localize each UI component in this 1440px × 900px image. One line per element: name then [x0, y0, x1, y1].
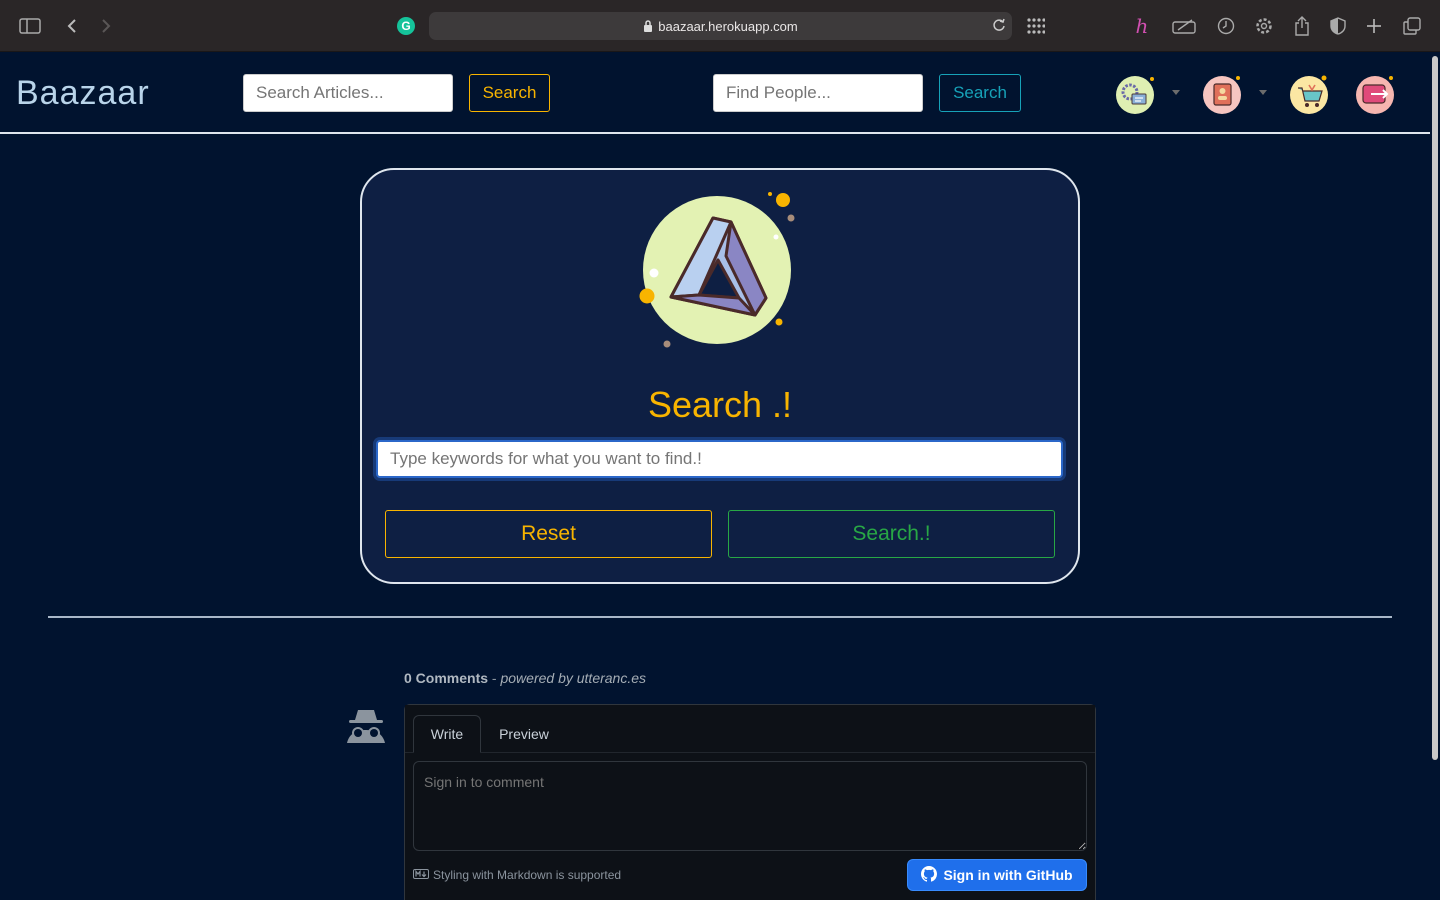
share-icon[interactable] — [1290, 14, 1314, 38]
site-navbar: Baazaar Search Search — [0, 52, 1430, 134]
comment-tabs: Write Preview — [405, 705, 1095, 753]
shield-icon[interactable] — [1326, 14, 1350, 38]
section-divider — [48, 616, 1392, 618]
search-articles-input[interactable] — [243, 74, 453, 112]
markdown-icon — [413, 868, 429, 882]
comments-header: 0 Comments - powered by utteranc.es — [404, 670, 646, 686]
search-articles-button[interactable]: Search — [469, 74, 550, 112]
address-book-avatar[interactable] — [1203, 74, 1241, 114]
markdown-note[interactable]: Styling with Markdown is supported — [413, 868, 621, 882]
search-submit-button[interactable]: Search.! — [728, 510, 1055, 558]
lock-icon — [643, 20, 653, 32]
tabs-overview-icon[interactable] — [1400, 14, 1424, 38]
impossible-triangle-icon — [636, 190, 800, 355]
settings-menu-avatar[interactable] — [1116, 74, 1154, 114]
new-tab-icon[interactable] — [1362, 14, 1386, 38]
url-text: baazaar.herokuapp.com — [658, 18, 798, 34]
cart-avatar[interactable] — [1290, 74, 1328, 114]
comment-count: 0 Comments — [404, 670, 489, 686]
settings-icon[interactable] — [1252, 14, 1276, 38]
account-dropdown-caret-icon[interactable] — [1259, 90, 1267, 95]
logout-avatar[interactable] — [1356, 74, 1394, 114]
grid-icon[interactable] — [1024, 14, 1048, 38]
keyboard-icon[interactable] — [1172, 14, 1196, 38]
tab-write[interactable]: Write — [413, 715, 481, 753]
address-bar[interactable]: baazaar.herokuapp.com — [429, 12, 1012, 40]
markdown-note-text: Styling with Markdown is supported — [433, 868, 622, 882]
powered-by-link[interactable]: powered by utteranc.es — [500, 670, 646, 686]
find-people-input[interactable] — [713, 74, 923, 112]
page-scrollbar[interactable] — [1430, 52, 1440, 900]
comment-textarea[interactable] — [413, 761, 1087, 851]
page-title: Search .! — [647, 384, 793, 425]
svg-text:G: G — [401, 19, 410, 33]
reload-icon[interactable] — [992, 18, 1006, 35]
tab-preview[interactable]: Preview — [489, 715, 559, 753]
forward-icon[interactable] — [94, 14, 118, 38]
anonymous-avatar-icon — [344, 706, 388, 751]
comment-separator: - — [488, 670, 501, 686]
browser-toolbar: G baazaar.herokuapp.com h — [0, 0, 1440, 52]
reset-button[interactable]: Reset — [385, 510, 712, 558]
sidebar-icon[interactable] — [18, 14, 42, 38]
grammarly-icon[interactable]: G — [394, 14, 418, 38]
find-people-button[interactable]: Search — [939, 74, 1021, 112]
comment-box: Write Preview Styling with Markdown is s… — [404, 704, 1096, 900]
brand-logo[interactable]: Baazaar — [16, 74, 150, 113]
svg-text:h: h — [1136, 16, 1149, 36]
honey-icon[interactable]: h — [1130, 14, 1154, 38]
history-icon[interactable] — [1214, 14, 1238, 38]
keyword-search-input[interactable] — [376, 440, 1063, 478]
sign-in-github-button[interactable]: Sign in with GitHub — [907, 859, 1087, 891]
back-icon[interactable] — [60, 14, 84, 38]
github-icon — [921, 865, 938, 885]
sign-in-github-label: Sign in with GitHub — [943, 867, 1073, 883]
settings-dropdown-caret-icon[interactable] — [1172, 90, 1180, 95]
